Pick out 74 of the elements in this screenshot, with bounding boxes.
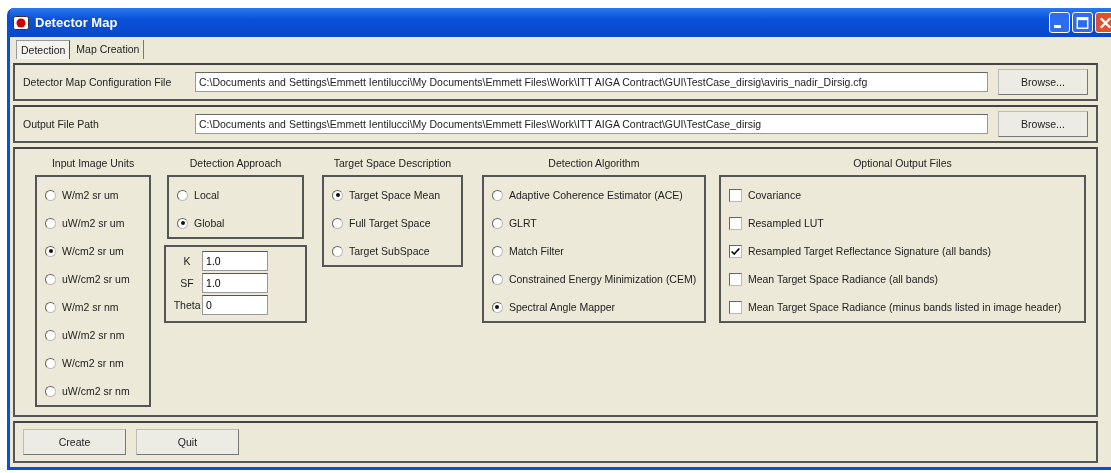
checkbox[interactable] [728,244,742,258]
option-label: Adaptive Coherence Estimator (ACE) [508,189,683,201]
action-button[interactable]: Create [23,429,126,455]
minimize-button[interactable] [1049,12,1070,33]
option-label: Mean Target Space Radiance (all bands) [747,273,938,285]
radio-button[interactable] [45,357,56,369]
browse-button[interactable]: Browse... [998,69,1088,95]
tab[interactable]: Detection [16,40,71,59]
option-label: uW/m2 sr um [62,217,125,229]
parameter-field[interactable]: 1.0 [202,273,269,293]
app-icon [13,14,29,31]
option-label: Resampled Target Reflectance Signature (all bands) [747,245,992,257]
maximize-button[interactable] [1072,12,1093,33]
parameter-field[interactable]: 1.0 [202,251,269,271]
radio-button[interactable] [332,217,343,229]
radio-button[interactable] [491,273,503,285]
option-label: Target SubSpace [349,245,430,257]
field-label: Output File Path [23,118,100,130]
parameter-label: Theta [172,299,202,311]
checkmark-icon [729,245,741,257]
option-label: Local [194,189,220,201]
checkbox[interactable] [728,188,742,202]
action-button[interactable]: Quit [136,429,239,455]
option-label: W/m2 sr um [62,189,119,201]
group-title: Input Image Units [51,157,135,171]
radio-button[interactable] [491,301,503,313]
window-title: Detector Map [35,15,118,30]
field-label: Detector Map Configuration File [23,76,173,88]
option-label: GLRT [508,217,537,229]
option-label: Spectral Angle Mapper [508,301,616,313]
group-title: Target Space Description [333,157,452,171]
radio-button[interactable] [177,189,189,201]
checkbox[interactable] [728,216,742,230]
option-label: Match Filter [508,245,564,257]
option-label: Covariance [747,189,801,201]
radio-button[interactable] [45,301,56,313]
browse-button[interactable]: Browse... [998,111,1088,137]
radio-button[interactable] [45,273,56,285]
option-label: uW/cm2 sr um [62,273,130,285]
radio-button[interactable] [45,385,56,397]
option-label: Mean Target Space Radiance (minus bands listed in image header) [747,301,1062,313]
tab[interactable]: Map Creation [72,40,145,59]
option-label: Constrained Energy Minimization (CEM) [508,273,697,285]
radio-button[interactable] [45,329,56,341]
radio-button[interactable] [45,189,56,201]
parameter-field[interactable]: 0 [202,295,269,315]
radio-button[interactable] [491,217,503,229]
group-title: Detection Approach [189,157,282,171]
minimize-icon [1054,25,1061,28]
option-label: Full Target Space [349,217,431,229]
option-label: Global [194,217,225,229]
option-label: uW/m2 sr nm [62,329,125,341]
radio-button[interactable] [45,217,56,229]
option-label: W/cm2 sr um [62,245,124,257]
option-label: Resampled LUT [747,217,824,229]
radio-button[interactable] [332,245,343,257]
group-title: Detection Algorithm [548,157,640,171]
option-label: W/m2 sr nm [62,301,119,313]
parameter-label: SF [179,277,195,289]
parameter-label: K [182,255,192,267]
option-label: uW/cm2 sr nm [62,385,130,397]
checkbox[interactable] [728,300,742,314]
checkbox[interactable] [728,272,742,286]
radio-button[interactable] [491,245,503,257]
close-button[interactable] [1095,12,1111,33]
file-path-field[interactable]: C:\Documents and Settings\Emmett Ientilucci\My Documents\Emmett Files\Work\ITT AIGA Contract\GUI\TestCase_dirsig\aviris_nadir_Dirsig.cfg [195,72,988,92]
radio-button[interactable] [332,189,343,201]
option-label: Target Space Mean [349,189,441,201]
radio-button[interactable] [45,245,56,257]
file-path-field[interactable]: C:\Documents and Settings\Emmett Ientilucci\My Documents\Emmett Files\Work\ITT AIGA Contract\GUI\TestCase_dirsig [195,114,988,134]
radio-button[interactable] [177,217,189,229]
group-title: Optional Output Files [853,157,952,171]
option-label: W/cm2 sr nm [62,357,124,369]
radio-button[interactable] [491,189,503,201]
